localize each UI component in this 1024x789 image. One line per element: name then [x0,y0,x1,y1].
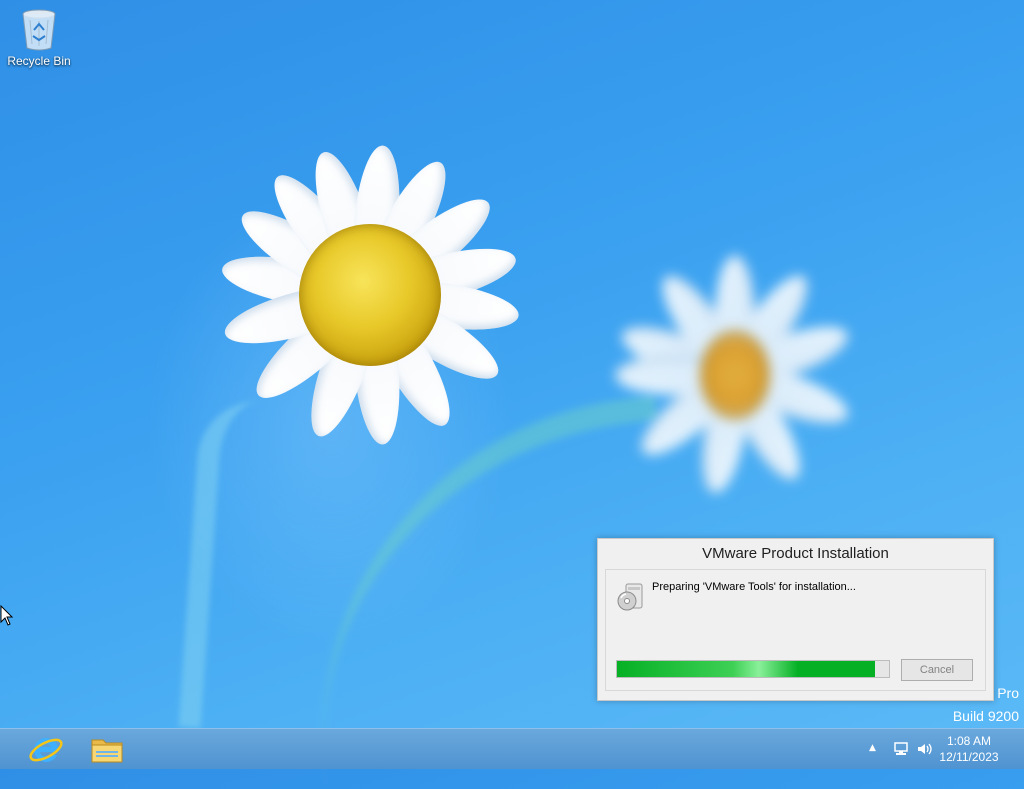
internet-explorer-icon [29,737,63,762]
taskbar-file-explorer-button[interactable] [84,731,130,767]
installer-cd-icon [616,582,646,612]
vmware-installation-dialog: VMware Product Installation Preparing 'V… [597,538,994,701]
clock-date: 12/11/2023 [939,750,999,764]
dialog-title: VMware Product Installation [702,545,889,562]
build-watermark: Build 9200 [952,708,1019,724]
file-explorer-icon [91,739,123,763]
desktop-icon-label: Recycle Bin [7,54,71,68]
install-progress-bar [616,660,890,678]
network-icon[interactable] [893,741,909,757]
taskbar-clock[interactable]: 1:08 AM 12/11/2023 [934,733,1004,765]
recycle-bin-icon [19,6,59,52]
show-hidden-icons-arrow-icon[interactable]: ▲ [869,743,885,759]
volume-icon[interactable] [916,741,932,757]
install-status-text: Preparing 'VMware Tools' for installatio… [652,581,856,593]
desktop: Recycle Bin Pro Build 9200 VMware Produc… [0,0,1024,789]
desktop-icon-recycle-bin[interactable]: Recycle Bin [2,6,76,68]
taskbar: ▲ 1:08 AM 12/11/2023 [0,728,1024,769]
dialog-body: Preparing 'VMware Tools' for installatio… [605,569,986,691]
cancel-button[interactable]: Cancel [901,659,973,681]
edition-watermark: Pro [997,685,1019,701]
clock-time: 1:08 AM [946,734,992,748]
taskbar-internet-explorer-button[interactable] [23,731,69,767]
progress-fill [617,661,876,677]
mouse-cursor-icon [0,604,14,627]
